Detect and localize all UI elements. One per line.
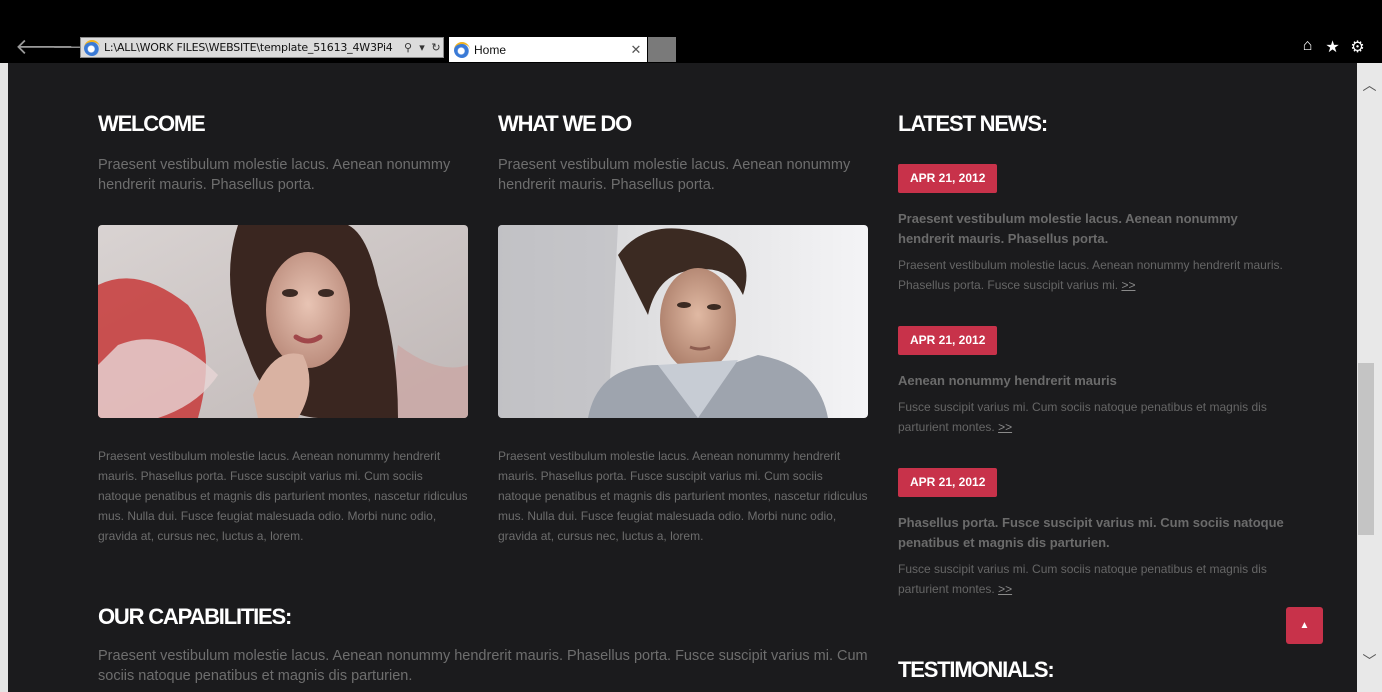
- news-title: Aenean nonummy hendrerit mauris: [898, 373, 1117, 388]
- what-we-do-body-text: Praesent vestibulum molestie lacus. Aene…: [498, 449, 868, 543]
- scroll-down-icon[interactable]: ﹀: [1357, 651, 1382, 671]
- welcome-intro: Praesent vestibulum molestie lacus. Aene…: [98, 157, 451, 193]
- news-text: Praesent vestibulum molestie lacus. Aene…: [898, 255, 1288, 295]
- favorites-star-icon[interactable]: ★: [1324, 37, 1341, 57]
- woman-photo: [98, 225, 468, 418]
- man-photo: [498, 225, 868, 418]
- vertical-scrollbar[interactable]: ︿ ﹀: [1357, 63, 1382, 692]
- address-url[interactable]: L:\ALL\WORK FILES\WEBSITE\template_51613…: [104, 41, 401, 54]
- news-more-link[interactable]: >>: [998, 582, 1012, 596]
- testimonials-section: TESTIMONIALS:: [898, 657, 1055, 682]
- welcome-section: WELCOME Praesent vestibulum molestie lac…: [98, 113, 468, 546]
- back-to-top-button[interactable]: ▲: [1286, 607, 1323, 644]
- window-left-edge: [0, 63, 8, 692]
- tab-title: Home: [474, 42, 507, 57]
- scroll-up-icon[interactable]: ︿: [1357, 75, 1382, 95]
- latest-news-heading: LATEST NEWS:: [898, 111, 1048, 136]
- close-tab-icon[interactable]: ✕: [629, 42, 643, 58]
- news-item: APR 21, 2012 Phasellus porta. Fusce susc…: [898, 468, 1288, 599]
- news-item: APR 21, 2012 Aenean nonummy hendrerit ma…: [898, 326, 1288, 437]
- what-we-do-intro: Praesent vestibulum molestie lacus. Aene…: [498, 157, 851, 193]
- what-we-do-heading: WHAT WE DO: [498, 111, 632, 136]
- news-date-badge[interactable]: APR 21, 2012: [898, 326, 998, 355]
- news-more-link[interactable]: >>: [1121, 278, 1135, 292]
- ie-favicon-icon: [84, 39, 100, 56]
- capabilities-intro: Praesent vestibulum molestie lacus. Aene…: [98, 648, 868, 684]
- search-icon[interactable]: ⚲: [401, 41, 415, 54]
- news-text-body: Fusce suscipit varius mi. Cum sociis nat…: [898, 400, 1267, 434]
- news-title: Praesent vestibulum molestie lacus. Aene…: [898, 211, 1238, 246]
- page-viewport: WELCOME Praesent vestibulum molestie lac…: [8, 63, 1357, 692]
- capabilities-heading: OUR CAPABILITIES:: [98, 604, 292, 629]
- news-text: Fusce suscipit varius mi. Cum sociis nat…: [898, 559, 1288, 599]
- what-we-do-section: WHAT WE DO Praesent vestibulum molestie …: [498, 113, 868, 546]
- ie-tab-icon: [454, 41, 470, 58]
- address-bar[interactable]: L:\ALL\WORK FILES\WEBSITE\template_51613…: [80, 37, 444, 58]
- news-date-badge[interactable]: APR 21, 2012: [898, 164, 998, 193]
- capabilities-section: OUR CAPABILITIES: Praesent vestibulum mo…: [98, 606, 868, 686]
- browser-toolbar: 🡐 🡒 L:\ALL\WORK FILES\WEBSITE\template_5…: [0, 0, 1382, 63]
- news-text-body: Fusce suscipit varius mi. Cum sociis nat…: [898, 562, 1267, 596]
- scroll-thumb[interactable]: [1358, 363, 1374, 535]
- settings-gear-icon[interactable]: ⚙: [1349, 37, 1366, 57]
- news-text-body: Praesent vestibulum molestie lacus. Aene…: [898, 258, 1283, 292]
- testimonials-heading: TESTIMONIALS:: [898, 657, 1055, 682]
- back-arrow-icon[interactable]: 🡐: [15, 36, 74, 58]
- news-date-badge[interactable]: APR 21, 2012: [898, 468, 998, 497]
- news-more-link[interactable]: >>: [998, 420, 1012, 434]
- arrow-up-icon: ▲: [1299, 620, 1310, 631]
- welcome-heading: WELCOME: [98, 111, 206, 136]
- tab-home[interactable]: Home ✕: [449, 37, 647, 62]
- news-text: Fusce suscipit varius mi. Cum sociis nat…: [898, 397, 1288, 437]
- forward-arrow-icon[interactable]: 🡒: [52, 36, 100, 58]
- welcome-body-text: Praesent vestibulum molestie lacus. Aene…: [98, 449, 468, 543]
- news-title: Phasellus porta. Fusce suscipit varius m…: [898, 515, 1284, 550]
- news-item: APR 21, 2012 Praesent vestibulum molesti…: [898, 164, 1288, 295]
- dropdown-icon[interactable]: ▾: [415, 41, 429, 54]
- browser-actions: ⌂ ★ ⚙: [1299, 37, 1366, 57]
- new-tab-button[interactable]: [648, 37, 676, 62]
- refresh-icon[interactable]: ↻: [429, 41, 443, 54]
- home-icon[interactable]: ⌂: [1299, 37, 1316, 57]
- latest-news-section: LATEST NEWS: APR 21, 2012 Praesent vesti…: [898, 113, 1288, 599]
